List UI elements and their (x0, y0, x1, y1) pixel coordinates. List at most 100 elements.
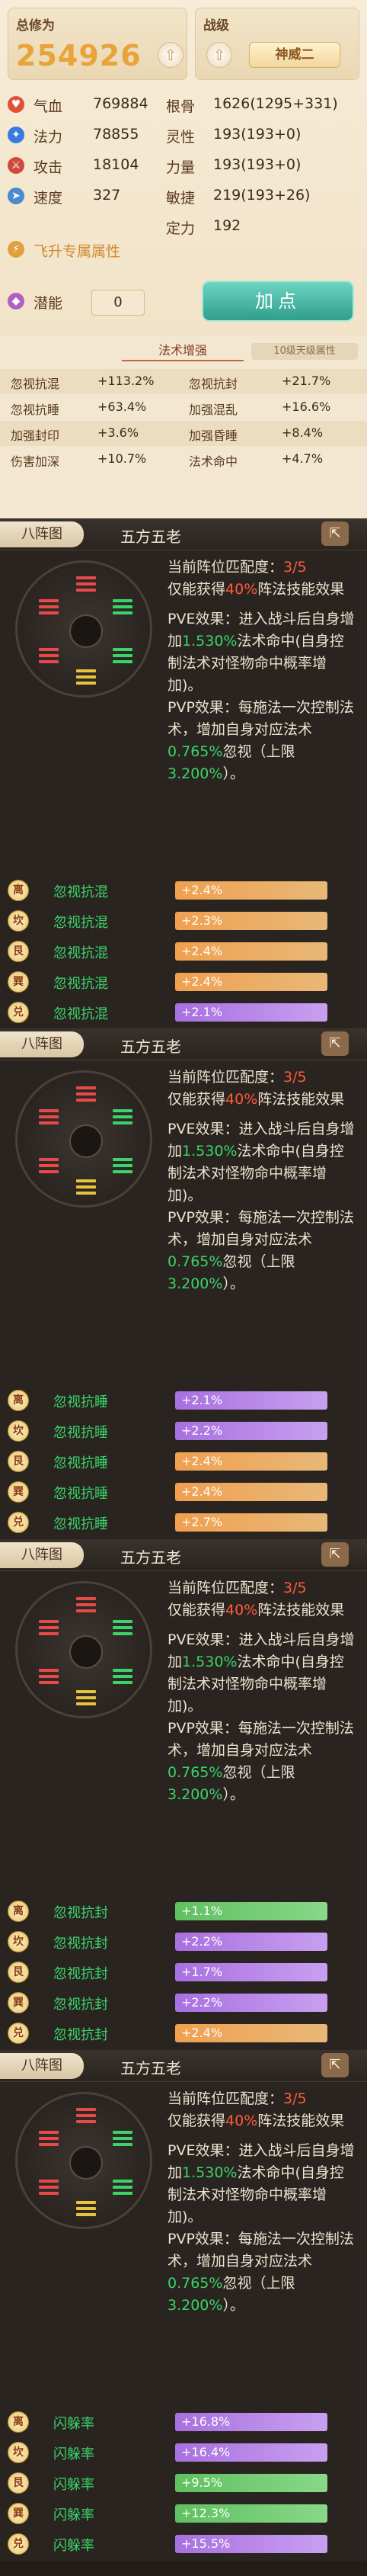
magic-enhance-panel: 法术增强 10级天级属性 忽视抗混 +113.2% 忽视抗封 +21.7% 忽视抗睡 +6… (0, 335, 367, 518)
match-label: 当前阵位匹配度： (168, 1580, 284, 1596)
pvp-pre: PVP效果：每施法一次控制法术，增加自身对应法术 (168, 1209, 354, 1248)
pve-value: 1.530% (182, 1654, 238, 1670)
trigram-badge: 离 (8, 2411, 29, 2433)
trigram-icon (113, 2180, 132, 2195)
stat-value: 18104 (93, 156, 139, 173)
pvp-value: 0.765% (168, 743, 223, 760)
bonus-name: 忽视抗封 (53, 1966, 108, 1982)
pvp-pre: PVP效果：每施法一次控制法术，增加自身对应法术 (168, 2231, 354, 2270)
share-icon[interactable]: ⇱ (321, 1031, 349, 1056)
magic-row: 加强封印 +3.6% 加强昏睡 +8.4% (0, 421, 367, 446)
sword-icon: ⚔ (8, 157, 24, 174)
add-points-button[interactable]: 加点 (202, 281, 354, 322)
stat-label: 敏捷 (166, 190, 196, 207)
pvp-cap: 3.200% (168, 1275, 223, 1292)
trigram-badge: 兑 (8, 2023, 29, 2044)
magic-attr-value: +113.2% (97, 374, 155, 388)
rank-upgrade-icon[interactable]: ⇧ (206, 42, 232, 68)
trigram-icon (39, 599, 59, 614)
bonus-row: 艮 闪躲率 +9.5% (8, 2469, 359, 2497)
tab-eight-array[interactable]: 八阵图 (0, 1031, 84, 1057)
pve-value: 1.530% (182, 633, 238, 650)
pve-value: 1.530% (182, 1143, 238, 1160)
magic-row: 忽视抗睡 +63.4% 加强混乱 +16.6% (0, 395, 367, 420)
stat-label: 速度 (34, 190, 63, 207)
bonus-bar: +2.4% (175, 942, 327, 961)
bonus-bar: +16.4% (175, 2443, 327, 2462)
match-line: 当前阵位匹配度：3/5 (168, 2088, 358, 2110)
magic-attr-name: 忽视抗封 (189, 377, 238, 391)
bonus-name: 闪躲率 (53, 2416, 94, 2432)
array-description: 当前阵位匹配度：3/5 仅能获得40%阵法技能效果 PVE效果：进入战斗后自身增加1… (168, 2088, 358, 2317)
pvp-post: ）。 (222, 2297, 244, 2314)
trigram-badge: 艮 (8, 1451, 29, 1472)
trigram-badge: 巽 (8, 971, 29, 993)
pvp-line: PVP效果：每施法一次控制法术，增加自身对应法术 0.765%忽视（上限 3.200… (168, 2228, 358, 2317)
trigram-icon (113, 2131, 132, 2146)
stat-row: ✦ 法力 78855 (8, 124, 183, 148)
tab-eight-array[interactable]: 八阵图 (0, 521, 84, 547)
stat-label: 定力 (166, 220, 196, 237)
bonus-bar: +1.7% (175, 1963, 327, 1981)
array-section: 八阵图 五方五老 ⇱ 当前阵位匹配度：3/5 仅能获得40%阵法技能效果 PVE效果：进入… (0, 1028, 367, 1539)
board-center (69, 614, 103, 648)
trigram-icon (76, 1690, 96, 1705)
trigram-icon (39, 648, 59, 663)
match-line: 当前阵位匹配度：3/5 (168, 1577, 358, 1599)
stat-value: 192 (213, 217, 241, 234)
fly-attr-row[interactable]: ⚡ 飞升专属属性 (8, 238, 236, 262)
pvp-mid: 忽视（上限 (222, 743, 295, 760)
trigram-badge: 巽 (8, 2503, 29, 2524)
share-icon[interactable]: ⇱ (321, 521, 349, 546)
magic-attr-name: 忽视抗睡 (11, 403, 60, 417)
bonus-bar: +2.4% (175, 1452, 327, 1471)
gain-line: 仅能获得40%阵法技能效果 (168, 1599, 358, 1622)
bonus-row: 离 忽视抗混 +2.4% (8, 877, 359, 904)
stat-value: 769884 (93, 95, 148, 112)
potential-value: 0 (91, 290, 145, 316)
gain-post: 阵法技能效果 (257, 1091, 345, 1108)
pve-line: PVE效果：进入战斗后自身增加1.530%法术命中(自身控制法术对怪物命中概率增… (168, 608, 358, 697)
bonus-name: 忽视抗封 (53, 1997, 108, 2013)
array-description: 当前阵位匹配度：3/5 仅能获得40%阵法技能效果 PVE效果：进入战斗后自身增加1… (168, 557, 358, 785)
pvp-value: 0.765% (168, 1253, 223, 1270)
share-icon[interactable]: ⇱ (321, 2053, 349, 2077)
match-value: 3/5 (283, 2090, 307, 2107)
bonus-row: 坎 忽视抗睡 +2.2% (8, 1417, 359, 1445)
match-line: 当前阵位匹配度：3/5 (168, 1067, 358, 1089)
bonus-row: 离 忽视抗睡 +2.1% (8, 1387, 359, 1414)
section-header: 八阵图 五方五老 ⇱ (0, 2050, 367, 2082)
bonus-bar: +2.2% (175, 1422, 327, 1440)
trigram-badge: 坎 (8, 1420, 29, 1442)
match-value: 3/5 (283, 1580, 307, 1596)
array-name: 五方五老 (120, 528, 181, 546)
pvp-mid: 忽视（上限 (222, 2275, 295, 2292)
bonus-row: 巽 忽视抗封 +2.2% (8, 1989, 359, 2016)
trigram-icon (76, 576, 96, 592)
magic-attr-value: +10.7% (97, 451, 147, 466)
array-board (15, 1581, 152, 1718)
bonus-row: 离 忽视抗封 +1.1% (8, 1898, 359, 1925)
bonus-bar: +2.4% (175, 973, 327, 991)
board-center (69, 1635, 103, 1669)
share-icon[interactable]: ⇱ (321, 1542, 349, 1567)
magic-attr-name: 伤害加深 (11, 454, 60, 469)
magic-row: 忽视抗混 +113.2% 忽视抗封 +21.7% (0, 369, 367, 394)
stat-label: 灵性 (166, 129, 196, 146)
tab-magic-enhance[interactable]: 法术增强 (122, 340, 244, 361)
section-header: 八阵图 五方五老 ⇱ (0, 1539, 367, 1571)
cultivation-upgrade-icon[interactable]: ⇧ (158, 42, 184, 68)
bonus-bar: +2.2% (175, 1933, 327, 1951)
tab-eight-array[interactable]: 八阵图 (0, 1542, 84, 1568)
bonus-bar: +2.2% (175, 1994, 327, 2012)
trigram-badge: 艮 (8, 941, 29, 962)
bonus-bar: +2.4% (175, 1483, 327, 1501)
gain-pre: 仅能获得 (168, 1091, 226, 1108)
trigram-icon (39, 1158, 59, 1173)
pvp-post: ）。 (222, 765, 244, 782)
stat-row: 力量 193(193+0) (166, 154, 364, 178)
trigram-badge: 离 (8, 1390, 29, 1411)
tab-eight-array[interactable]: 八阵图 (0, 2053, 84, 2079)
tab-tier-attr[interactable]: 10级天级属性 (251, 343, 358, 360)
stat-row: ➤ 速度 327 (8, 184, 183, 209)
